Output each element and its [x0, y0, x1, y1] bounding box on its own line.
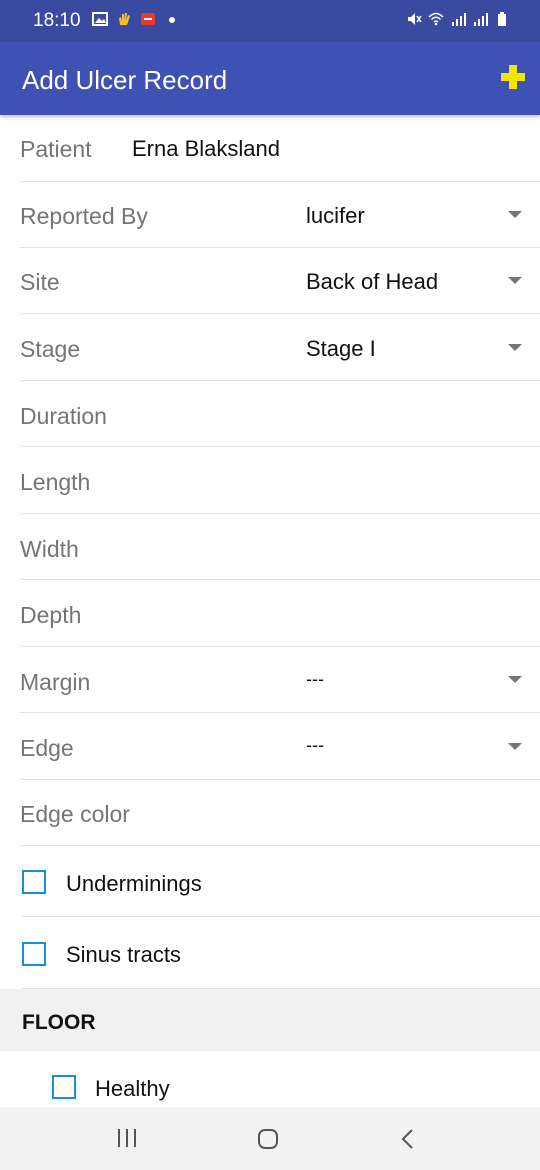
system-icons	[406, 11, 510, 27]
signal-icon-2	[474, 13, 488, 26]
stage-label: Stage	[20, 336, 81, 362]
length-label: Length	[20, 469, 91, 495]
home-icon[interactable]	[257, 1128, 279, 1150]
edge-color-label: Edge color	[20, 801, 130, 827]
site-dropdown[interactable]: Site Back of Head	[20, 247, 540, 314]
sinus-tracts-checkbox[interactable]	[22, 942, 46, 966]
hand-wave-icon	[119, 13, 130, 25]
underminings-row[interactable]: Underminings	[22, 845, 540, 917]
image-icon	[92, 12, 108, 26]
reported-by-dropdown[interactable]: Reported By lucifer	[20, 181, 540, 248]
stage-dropdown[interactable]: Stage Stage I	[20, 313, 540, 381]
duration-field[interactable]: Duration	[20, 380, 540, 447]
status-bar: 18:10	[0, 0, 540, 42]
dropdown-arrow-icon	[508, 344, 522, 351]
dropdown-arrow-icon	[508, 743, 522, 750]
dropdown-arrow-icon	[508, 676, 522, 683]
recent-apps-icon[interactable]	[117, 1128, 137, 1148]
patient-value: Erna Blaksland	[132, 136, 280, 161]
mute-icon	[408, 13, 422, 25]
battery-icon	[498, 12, 506, 26]
signal-icon	[452, 13, 466, 26]
sinus-tracts-label: Sinus tracts	[66, 942, 181, 967]
healthy-row[interactable]: Healthy	[52, 1051, 540, 1107]
underminings-checkbox[interactable]	[22, 870, 46, 894]
edge-color-field[interactable]: Edge color	[20, 779, 540, 846]
patient-label: Patient	[20, 136, 92, 162]
reported-by-label: Reported By	[20, 203, 148, 229]
dropdown-arrow-icon	[508, 277, 522, 284]
width-label: Width	[20, 536, 79, 562]
section-title: FLOOR	[22, 1011, 96, 1034]
back-icon[interactable]	[399, 1128, 417, 1150]
dropdown-arrow-icon	[508, 211, 522, 218]
length-field[interactable]: Length	[20, 446, 540, 514]
dot-icon	[169, 17, 175, 23]
edge-dropdown[interactable]: Edge ---	[20, 712, 540, 780]
sinus-tracts-row[interactable]: Sinus tracts	[22, 916, 540, 989]
margin-label: Margin	[20, 669, 91, 695]
duration-label: Duration	[20, 403, 107, 429]
depth-field[interactable]: Depth	[20, 579, 540, 647]
notification-icons	[92, 11, 180, 27]
stage-value: Stage I	[306, 336, 376, 361]
depth-label: Depth	[20, 602, 82, 628]
app-notification-icon	[141, 13, 155, 25]
wifi-icon	[428, 12, 444, 26]
healthy-checkbox[interactable]	[52, 1075, 76, 1099]
floor-section-header: FLOOR	[0, 989, 540, 1051]
underminings-label: Underminings	[66, 871, 202, 896]
edge-value: ---	[306, 735, 324, 755]
page-title: Add Ulcer Record	[22, 65, 228, 95]
edge-label: Edge	[20, 735, 74, 761]
margin-value: ---	[306, 669, 324, 689]
navigation-bar	[0, 1107, 540, 1170]
site-label: Site	[20, 269, 60, 295]
app-bar: Add Ulcer Record	[0, 42, 540, 115]
patient-row: Patient Erna Blaksland	[20, 115, 540, 182]
site-value: Back of Head	[306, 269, 439, 294]
reported-by-value: lucifer	[306, 203, 365, 228]
width-field[interactable]: Width	[20, 513, 540, 580]
plus-icon[interactable]	[498, 62, 528, 92]
status-time: 18:10	[33, 10, 81, 31]
margin-dropdown[interactable]: Margin ---	[20, 646, 540, 713]
healthy-label: Healthy	[95, 1076, 170, 1101]
